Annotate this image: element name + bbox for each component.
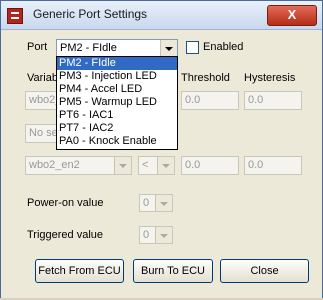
- condition1-hysteresis-field[interactable]: 0.0: [244, 91, 302, 110]
- triggered-value: 0: [143, 229, 150, 241]
- chevron-down-icon[interactable]: [160, 40, 177, 56]
- triggered-label: Triggered value: [27, 229, 104, 241]
- chevron-down-icon[interactable]: [155, 227, 172, 243]
- app-icon: [7, 8, 23, 24]
- condition2-hysteresis-field[interactable]: 0.0: [244, 156, 302, 175]
- close-button[interactable]: Close: [220, 259, 309, 283]
- port-option[interactable]: PM4 - Accel LED: [57, 83, 177, 96]
- fetch-from-ecu-button[interactable]: Fetch From ECU: [35, 259, 124, 283]
- port-option[interactable]: PT6 - IAC1: [57, 109, 177, 122]
- chevron-down-icon[interactable]: [114, 157, 131, 174]
- condition1-threshold-field[interactable]: 0.0: [181, 91, 239, 110]
- port-dropdown-list: PM2 - FIdle PM3 - Injection LED PM4 - Ac…: [56, 56, 178, 150]
- port-option[interactable]: PM5 - Warmup LED: [57, 96, 177, 109]
- condition2-variable-select[interactable]: wbo2_en2: [25, 156, 132, 175]
- hysteresis-label: Hysteresis: [244, 72, 296, 84]
- generic-port-settings-window: Generic Port Settings X Port PM2 - FIdle…: [0, 0, 323, 300]
- title-bar[interactable]: Generic Port Settings X: [1, 1, 322, 30]
- burn-to-ecu-button[interactable]: Burn To ECU: [133, 259, 213, 283]
- port-option[interactable]: PM2 - FIdle: [57, 57, 177, 70]
- window-close-button[interactable]: X: [267, 5, 317, 26]
- logic-operator-value: No se: [29, 127, 58, 139]
- triggered-select[interactable]: 0: [139, 226, 173, 244]
- enabled-checkbox[interactable]: [186, 41, 199, 54]
- window-title: Generic Port Settings: [33, 7, 148, 21]
- port-select[interactable]: PM2 - FIdle: [56, 39, 178, 57]
- enabled-label: Enabled: [203, 41, 244, 53]
- chevron-down-icon[interactable]: [157, 157, 174, 174]
- condition2-variable-value: wbo2_en2: [29, 159, 80, 171]
- power-on-label: Power-on value: [27, 197, 104, 209]
- condition2-threshold-field[interactable]: 0.0: [181, 156, 239, 175]
- port-option[interactable]: PA0 - Knock Enable: [57, 135, 177, 148]
- chevron-down-icon[interactable]: [155, 195, 172, 211]
- power-on-value: 0: [143, 197, 150, 209]
- power-on-select[interactable]: 0: [139, 194, 173, 212]
- port-option[interactable]: PM3 - Injection LED: [57, 70, 177, 83]
- port-option[interactable]: PT7 - IAC2: [57, 122, 177, 135]
- threshold-label: Threshold: [181, 72, 230, 84]
- condition2-operator-value: <: [142, 159, 149, 171]
- variable-label: Variab: [27, 72, 58, 84]
- port-selected-value: PM2 - FIdle: [60, 42, 117, 54]
- port-label: Port: [27, 41, 48, 53]
- condition2-operator-select[interactable]: <: [138, 156, 175, 175]
